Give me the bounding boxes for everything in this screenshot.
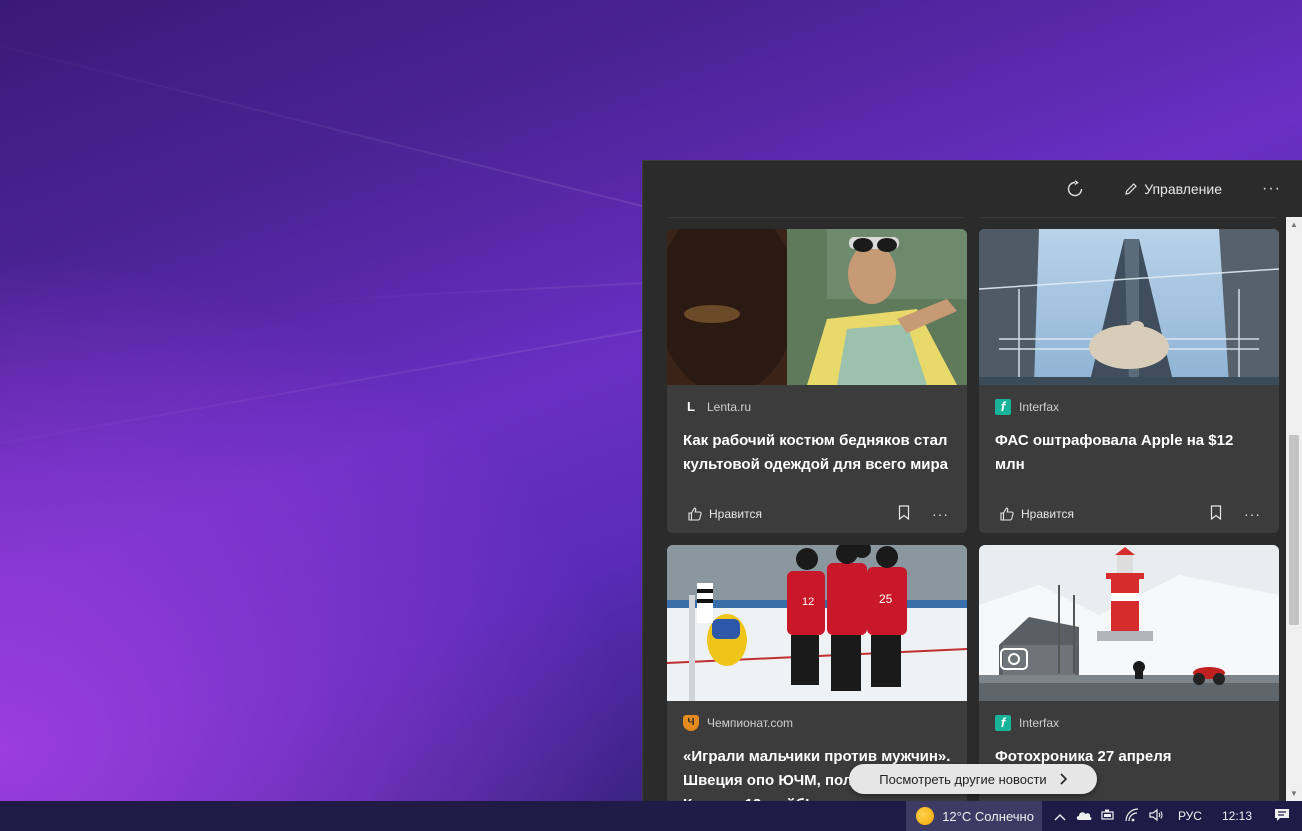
notification-icon: [1275, 808, 1289, 821]
news-card[interactable]: f Interfax Фотохроника 27 апреля: [979, 545, 1279, 801]
manage-button[interactable]: Управление: [1124, 181, 1222, 197]
like-label: Нравится: [709, 507, 762, 521]
wifi-icon[interactable]: [1120, 807, 1144, 825]
news-widget-panel: Управление ··· L Lenta.ru Как рабочий ко…: [642, 160, 1302, 801]
news-image: [667, 229, 967, 385]
svg-text:25: 25: [879, 592, 893, 606]
card-more-button[interactable]: ···: [1244, 506, 1261, 522]
interfax-logo-icon: f: [995, 398, 1011, 415]
news-source: f Interfax: [979, 701, 1279, 731]
source-name: Interfax: [1019, 399, 1060, 414]
interfax-logo-icon: f: [995, 714, 1011, 731]
news-source: L Lenta.ru: [667, 385, 967, 415]
news-source: f Interfax: [979, 385, 1279, 415]
bookmark-icon: [898, 505, 910, 521]
weather-text: 12°C Солнечно: [942, 808, 1034, 824]
refresh-icon: [1067, 180, 1083, 197]
sun-icon: [916, 807, 935, 825]
input-language-indicator[interactable]: РУС: [1168, 809, 1212, 823]
clock[interactable]: 12:13: [1212, 809, 1262, 823]
news-title[interactable]: ФАС оштрафовала Apple на $12 млн: [979, 415, 1279, 477]
scroll-thumb[interactable]: [1289, 435, 1299, 625]
refresh-button[interactable]: [1066, 180, 1084, 198]
news-card[interactable]: 12 25 Ч Чемпионат.com «Играли мальчики п…: [667, 545, 967, 801]
news-image: [979, 229, 1279, 385]
card-actions: Нравится ···: [979, 495, 1279, 533]
like-label: Нравится: [1021, 507, 1074, 521]
panel-scrollbar[interactable]: ▲ ▼: [1286, 217, 1302, 801]
news-title[interactable]: Как рабочий костюм бедняков стал культов…: [667, 415, 967, 477]
panel-header: Управление ···: [643, 161, 1302, 217]
battery-icon[interactable]: [1096, 809, 1120, 824]
like-button[interactable]: Нравится: [687, 506, 762, 522]
bookmark-button[interactable]: [1210, 505, 1222, 523]
thumbs-up-icon: [1000, 507, 1014, 521]
card-actions: Нравится ···: [667, 495, 967, 533]
edit-pencil-icon: [1125, 183, 1138, 195]
onedrive-cloud-icon[interactable]: [1072, 809, 1096, 824]
source-name: Lenta.ru: [707, 399, 752, 414]
chevron-up-icon[interactable]: [1048, 809, 1072, 824]
thumbs-up-icon: [688, 507, 702, 521]
svg-text:12: 12: [802, 596, 814, 608]
volume-icon[interactable]: [1144, 808, 1168, 825]
news-card[interactable]: f Interfax ФАС оштрафовала Apple на $12 …: [979, 229, 1279, 533]
taskbar: 12°C Солнечно РУС 12:13: [0, 801, 1302, 831]
news-image: 12 25: [667, 545, 967, 701]
bookmark-icon: [1210, 505, 1222, 521]
source-name: Interfax: [1019, 715, 1060, 730]
news-source: Ч Чемпионат.com: [667, 701, 967, 731]
weather-widget-button[interactable]: 12°C Солнечно: [906, 801, 1042, 831]
source-name: Чемпионат.com: [707, 715, 794, 730]
lenta-logo-icon: L: [687, 399, 695, 414]
see-more-label: Посмотреть другие новости: [879, 771, 1047, 787]
action-center-button[interactable]: [1262, 808, 1302, 825]
bookmark-button[interactable]: [898, 505, 910, 523]
manage-label: Управление: [1144, 181, 1223, 197]
scroll-up-arrow-icon[interactable]: ▲: [1286, 217, 1302, 233]
news-card[interactable]: L Lenta.ru Как рабочий костюм бедняков с…: [667, 229, 967, 533]
more-options-button[interactable]: ···: [1262, 180, 1281, 198]
card-more-button[interactable]: ···: [932, 506, 949, 522]
chevron-right-icon: [1060, 773, 1067, 785]
scroll-down-arrow-icon[interactable]: ▼: [1286, 786, 1302, 801]
championat-logo-icon: Ч: [683, 714, 699, 731]
see-more-news-button[interactable]: Посмотреть другие новости: [849, 764, 1097, 794]
news-image: [979, 545, 1279, 701]
like-button[interactable]: Нравится: [999, 506, 1074, 522]
